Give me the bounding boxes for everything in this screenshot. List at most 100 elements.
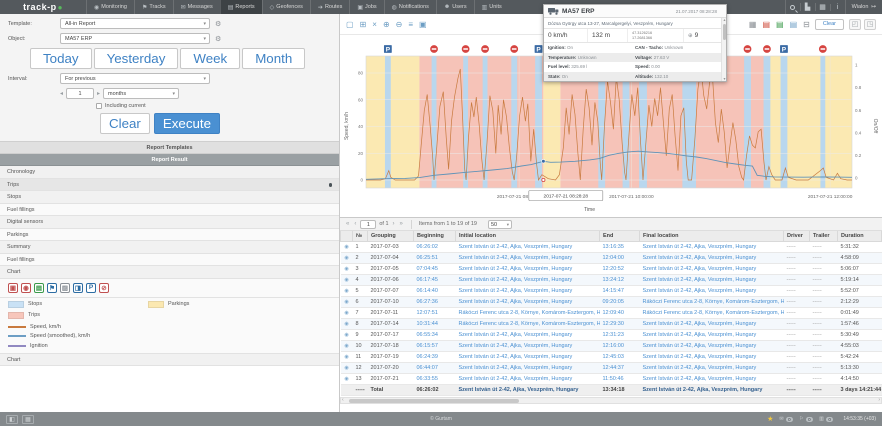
nav-item[interactable]: ▣ Jobs xyxy=(349,0,383,14)
report-section-item[interactable]: Parkings xyxy=(0,229,339,242)
table-row[interactable]: ◉122017-07-2006:44:07Szent István út 2-4… xyxy=(341,363,882,374)
chart-toggle-icon[interactable]: ⊘ xyxy=(99,283,109,293)
column-header[interactable]: Beginning xyxy=(414,231,456,242)
nav-utility-icon[interactable]: ▙ xyxy=(800,3,815,11)
table-row[interactable]: ◉62017-07-1006:27:36Szent István út 2-42… xyxy=(341,297,882,308)
row-visibility-icon[interactable]: ◉ xyxy=(341,363,353,374)
row-visibility-icon[interactable]: ◉ xyxy=(341,352,353,363)
nav-utility-icon[interactable]: ▦ xyxy=(815,3,830,11)
status-counter[interactable]: ✉ 0 xyxy=(779,416,793,422)
report-section-item[interactable]: Stops xyxy=(0,191,339,204)
nav-item[interactable]: ☻ Users xyxy=(436,0,474,14)
chart-toggle-icon[interactable]: ◉ xyxy=(21,283,31,293)
chart-tool-icon[interactable]: ⊖ xyxy=(396,20,403,29)
page-size-select[interactable]: 50 ▾ xyxy=(488,220,512,229)
footer-panel-icon[interactable]: ▦ xyxy=(22,415,34,424)
chart-tool-icon[interactable]: ⊞ xyxy=(360,20,367,29)
table-cell[interactable]: Szent István út 2-42, Ajka, Veszprém, Hu… xyxy=(640,363,784,374)
table-row[interactable]: ◉32017-07-0507:04:45Szent István út 2-42… xyxy=(341,264,882,275)
chart-toggle-icon[interactable]: ▣ xyxy=(8,283,18,293)
increment-icon[interactable]: ▸ xyxy=(97,90,100,97)
chart-view-icon[interactable]: ◳ xyxy=(864,19,876,30)
nav-item[interactable]: ⚑ Tracks xyxy=(134,0,173,14)
column-header[interactable]: Final location xyxy=(640,231,784,242)
report-section-item[interactable]: Chart xyxy=(0,266,339,279)
template-settings-icon[interactable]: ⚙ xyxy=(215,20,221,28)
user-menu[interactable]: Wialon ↦ xyxy=(845,0,882,14)
chart-tool-icon[interactable]: ⊕ xyxy=(383,20,390,29)
chart-toggle-icon[interactable]: ⚑ xyxy=(47,283,57,293)
object-settings-icon[interactable]: ⚙ xyxy=(215,35,221,43)
row-visibility-icon[interactable]: ◉ xyxy=(341,341,353,352)
column-header[interactable]: Trailer xyxy=(810,231,838,242)
row-visibility-icon[interactable]: ◉ xyxy=(341,253,353,264)
table-cell[interactable]: Szent István út 2-42, Ajka, Veszprém, Hu… xyxy=(640,374,784,385)
export-icon[interactable]: ▤ xyxy=(762,20,770,29)
popup-scrollbar[interactable]: ▲ ▼ xyxy=(721,18,726,81)
table-cell[interactable]: Rákóczi Ferenc utca 2-8, Környe, Komárom… xyxy=(456,308,600,319)
table-cell[interactable]: Szent István út 2-42, Ajka, Veszprém, Hu… xyxy=(640,242,784,253)
interval-count-input[interactable]: 1 xyxy=(66,88,94,99)
first-page-icon[interactable]: « xyxy=(345,221,350,227)
nav-item[interactable]: ▤ Reports xyxy=(220,0,262,14)
table-cell[interactable]: Szent István út 2-42, Ajka, Veszprém, Hu… xyxy=(456,297,600,308)
table-cell[interactable]: Szent István út 2-42, Ajka, Veszprém, Hu… xyxy=(640,319,784,330)
table-cell[interactable]: Szent István út 2-42, Ajka, Veszprém, Hu… xyxy=(640,352,784,363)
table-cell[interactable]: Szent István út 2-42, Ajka, Veszprém, Hu… xyxy=(640,286,784,297)
table-cell[interactable]: Rákóczi Ferenc utca 2-8, Környe, Komárom… xyxy=(640,308,784,319)
next-page-icon[interactable]: › xyxy=(392,221,396,227)
table-row[interactable]: ◉22017-07-0406:25:51Szent István út 2-42… xyxy=(341,253,882,264)
chart-toggle-icon[interactable]: P xyxy=(86,283,96,293)
table-cell[interactable]: Szent István út 2-42, Ajka, Veszprém, Hu… xyxy=(456,242,600,253)
row-visibility-icon[interactable]: ◉ xyxy=(341,308,353,319)
nav-item[interactable]: ◇ Geofences xyxy=(262,0,310,14)
last-page-icon[interactable]: » xyxy=(399,221,404,227)
report-section-item[interactable]: Fuel fillings xyxy=(0,254,339,267)
export-icon[interactable]: ▤ xyxy=(776,20,784,29)
row-visibility-icon[interactable]: ◉ xyxy=(341,374,353,385)
table-cell[interactable]: Szent István út 2-42, Ajka, Veszprém, Hu… xyxy=(456,352,600,363)
table-cell[interactable]: Szent István út 2-42, Ajka, Veszprém, Hu… xyxy=(640,330,784,341)
table-row[interactable]: ◉12017-07-0306:26:02Szent István út 2-42… xyxy=(341,242,882,253)
report-result-header[interactable]: Report Result xyxy=(0,154,339,166)
search-icon[interactable] xyxy=(785,0,800,14)
report-section-item[interactable]: Chronology xyxy=(0,166,339,179)
table-cell[interactable]: Szent István út 2-42, Ajka, Veszprém, Hu… xyxy=(640,341,784,352)
page-number-input[interactable]: 1 xyxy=(360,220,376,229)
prev-page-icon[interactable]: ‹ xyxy=(353,221,357,227)
table-cell[interactable]: Szent István út 2-42, Ajka, Veszprém, Hu… xyxy=(456,374,600,385)
status-counter[interactable]: ⚐ 0 xyxy=(799,416,813,422)
quick-interval-button[interactable]: Month xyxy=(242,48,305,69)
nav-utility-icon[interactable]: i xyxy=(830,4,845,11)
column-header[interactable]: Duration xyxy=(838,231,882,242)
column-header[interactable] xyxy=(341,231,353,242)
row-visibility-icon[interactable]: ◉ xyxy=(341,275,353,286)
status-counter[interactable]: ▥ 0 xyxy=(819,416,833,422)
chart-section-footer[interactable]: Chart xyxy=(0,354,339,367)
popup-header[interactable]: MA57 ERP 21.07.2017 08:28:28 xyxy=(544,5,726,18)
template-select[interactable]: All-in Report ▾ xyxy=(60,18,210,29)
table-cell[interactable]: Rákóczi Ferenc utca 2-8, Környe, Komárom… xyxy=(640,297,784,308)
table-cell[interactable]: Szent István út 2-42, Ajka, Veszprém, Hu… xyxy=(456,363,600,374)
chart-toggle-icon[interactable]: ◨ xyxy=(73,283,83,293)
column-header[interactable]: № xyxy=(353,231,368,242)
report-templates-header[interactable]: Report Templates xyxy=(0,141,339,154)
chart-tool-icon[interactable]: ▢ xyxy=(346,20,354,29)
table-cell[interactable]: Szent István út 2-42, Ajka, Veszprém, Hu… xyxy=(456,286,600,297)
nav-item[interactable]: ◉ Monitoring xyxy=(86,0,134,14)
export-icon[interactable]: ▦ xyxy=(749,20,757,29)
table-cell[interactable]: Szent István út 2-42, Ajka, Veszprém, Hu… xyxy=(640,253,784,264)
chart-view-icon[interactable]: ◰ xyxy=(849,19,861,30)
chart-tool-icon[interactable]: × xyxy=(372,20,377,29)
clear-button[interactable]: Clear xyxy=(100,113,150,134)
favorites-star-icon[interactable]: ★ xyxy=(767,415,773,423)
report-section-item[interactable]: Digital sensors xyxy=(0,216,339,229)
nav-item[interactable]: ◍ Notifications xyxy=(384,0,436,14)
column-header[interactable]: Driver xyxy=(784,231,810,242)
nav-item[interactable]: ✉ Messages xyxy=(173,0,220,14)
table-row[interactable]: ◉72017-07-1112:07:51Rákóczi Ferenc utca … xyxy=(341,308,882,319)
nav-item[interactable]: ➔ Routes xyxy=(310,0,349,14)
table-cell[interactable]: Szent István út 2-42, Ajka, Veszprém, Hu… xyxy=(456,275,600,286)
table-row[interactable]: ◉42017-07-0606:17:45Szent István út 2-42… xyxy=(341,275,882,286)
chart-toggle-icon[interactable]: ▨ xyxy=(60,283,70,293)
